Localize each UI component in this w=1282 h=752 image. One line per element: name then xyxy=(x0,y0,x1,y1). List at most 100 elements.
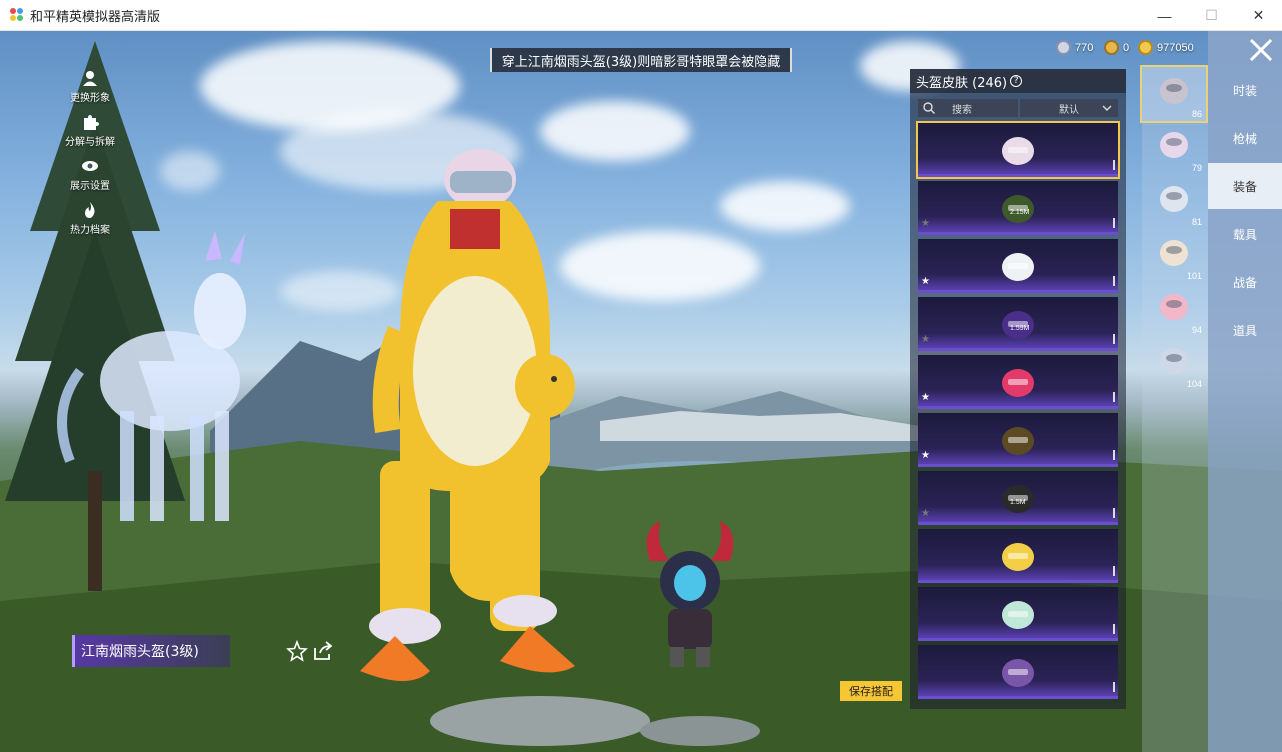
helmet-thumbnail-icon xyxy=(1002,311,1034,339)
item-count: 86 xyxy=(1191,109,1202,119)
favorite-star-icon[interactable] xyxy=(286,640,308,662)
equip-bow-slot[interactable]: 94 xyxy=(1142,283,1206,337)
tab-1[interactable]: 枪械 xyxy=(1208,115,1282,161)
currency-gold: 977050 xyxy=(1138,40,1194,55)
tab-4[interactable]: 战备 xyxy=(1208,259,1282,305)
equip-notice: 穿上江南烟雨头盔(3级)则暗影哥特眼罩会被隐藏 xyxy=(490,48,792,72)
chevron-down-icon xyxy=(1102,105,1112,111)
sort-value: 默认 xyxy=(1059,104,1079,116)
level-tick xyxy=(1113,508,1115,518)
player-character xyxy=(360,149,575,681)
star-icon: ★ xyxy=(921,508,930,519)
a-coin-icon xyxy=(1104,40,1119,55)
tab-3[interactable]: 载具 xyxy=(1208,211,1282,257)
star-icon: ★ xyxy=(921,218,930,229)
maximize-button[interactable]: ☐ xyxy=(1188,0,1235,31)
equipment-thumbnail-icon xyxy=(1160,78,1188,104)
change-appearance-button[interactable]: 更换形象 xyxy=(58,69,122,113)
heat-archive-button[interactable]: 热力档案 xyxy=(58,201,122,245)
equip-pendant-slot[interactable]: 101 xyxy=(1142,229,1206,283)
level-tick xyxy=(1113,450,1115,460)
tab-2[interactable]: 装备 xyxy=(1208,163,1282,209)
helmet-thumbnail-icon xyxy=(1002,369,1034,397)
skin-card-feather-helmet[interactable] xyxy=(916,121,1120,179)
equipment-thumbnail-icon xyxy=(1160,348,1188,374)
equip-ring-slot[interactable]: 104 xyxy=(1142,337,1206,391)
cloud xyxy=(560,231,760,301)
helmet-thumbnail-icon xyxy=(1002,137,1034,165)
currency-value: 0 xyxy=(1123,41,1130,54)
flame-icon xyxy=(85,202,95,218)
level-tick xyxy=(1113,624,1115,634)
currency-a-coin: 0 xyxy=(1104,40,1129,55)
equipment-thumbnail-icon xyxy=(1160,294,1188,320)
item-count: 104 xyxy=(1186,379,1202,389)
search-placeholder: 搜索 xyxy=(952,104,972,116)
equipment-thumbnail-icon xyxy=(1160,240,1188,266)
close-icon[interactable] xyxy=(1248,37,1274,63)
share-icon[interactable] xyxy=(312,640,334,662)
tab-0[interactable]: 时装 xyxy=(1208,67,1282,113)
sort-dropdown[interactable]: 默认 xyxy=(1020,99,1118,117)
helmet-thumbnail-icon xyxy=(1002,253,1034,281)
menu-label: 热力档案 xyxy=(70,225,110,236)
ticket-coin-icon xyxy=(1056,40,1071,55)
helmet-thumbnail-icon xyxy=(1002,427,1034,455)
menu-label: 展示设置 xyxy=(70,181,110,192)
helmet-thumbnail-icon xyxy=(1002,659,1034,687)
item-count: 101 xyxy=(1186,271,1202,281)
search-input[interactable]: 搜索 xyxy=(918,99,1018,117)
tab-5[interactable]: 道具 xyxy=(1208,307,1282,353)
level-tick xyxy=(1113,566,1115,576)
display-settings-button[interactable]: 展示设置 xyxy=(58,157,122,201)
gold-coin-icon xyxy=(1138,40,1153,55)
star-icon: ★ xyxy=(921,276,930,287)
dismantle-button[interactable]: 分解与拆解 xyxy=(58,113,122,157)
skin-card-chick-helmet[interactable] xyxy=(918,529,1118,583)
menu-label: 分解与拆解 xyxy=(65,137,115,148)
skin-card-black-download-helmet[interactable]: 1.5M ★ xyxy=(918,471,1118,525)
currency-value: 770 xyxy=(1075,41,1094,54)
panel-title-text: 头盔皮肤 (246) xyxy=(916,75,1008,91)
skin-card-white-tech-helmet[interactable]: ★ xyxy=(918,239,1118,293)
skin-card-mint-helmet[interactable] xyxy=(918,587,1118,641)
item-count: 79 xyxy=(1191,163,1202,173)
window-title: 和平精英模拟器高清版 xyxy=(30,9,161,25)
skin-card-purple-stripe-helmet[interactable] xyxy=(918,645,1118,699)
helmet-thumbnail-icon xyxy=(1002,195,1034,223)
window-titlebar: 和平精英模拟器高清版 — ☐ ✕ xyxy=(0,0,1282,31)
currency-value: 977050 xyxy=(1157,41,1194,54)
equipment-thumbnail-icon xyxy=(1160,186,1188,212)
star-icon: ★ xyxy=(921,334,930,345)
equipment-thumbnail-icon xyxy=(1160,132,1188,158)
skin-list-panel: 头盔皮肤 (246) ? 搜索 默认 2.15M ★ ★ 1.59M ★ ★ ★ 1.5M ★ xyxy=(910,69,1126,709)
panel-title: 头盔皮肤 (246) ? xyxy=(910,69,1126,93)
skin-card-pink-robot-helmet[interactable]: ★ xyxy=(918,355,1118,409)
star-icon: ★ xyxy=(921,392,930,403)
equipped-slots: 86 79 81 101 94 104 xyxy=(1140,65,1208,752)
item-count: 81 xyxy=(1191,217,1202,227)
close-window-button[interactable]: ✕ xyxy=(1235,0,1282,31)
item-count: 94 xyxy=(1191,325,1202,335)
puzzle-icon xyxy=(84,115,99,130)
star-icon: ★ xyxy=(921,450,930,461)
level-tick xyxy=(1113,218,1115,228)
search-icon xyxy=(923,102,935,114)
download-size: 2.15M xyxy=(1010,209,1030,216)
equip-helmet-alt-slot[interactable]: 81 xyxy=(1142,175,1206,229)
level-tick xyxy=(1113,682,1115,692)
helmet-thumbnail-icon xyxy=(1002,543,1034,571)
minimize-button[interactable]: — xyxy=(1141,0,1188,31)
save-outfit-button[interactable]: 保存搭配 xyxy=(840,681,902,701)
equip-backpack-slot[interactable]: 79 xyxy=(1142,121,1206,175)
skin-card-green-army-helmet[interactable]: 2.15M ★ xyxy=(918,181,1118,235)
skin-card-purple-demon-helmet[interactable]: 1.59M ★ xyxy=(918,297,1118,351)
demon-pet xyxy=(646,521,734,667)
help-icon[interactable]: ? xyxy=(1010,75,1023,87)
skin-card-dark-gold-helmet[interactable]: ★ xyxy=(918,413,1118,467)
avatar-icon xyxy=(83,71,97,86)
app-logo-icon xyxy=(10,8,24,22)
eye-icon xyxy=(82,161,98,171)
equip-helmet-slot[interactable]: 86 xyxy=(1140,65,1208,123)
download-size: 1.5M xyxy=(1010,499,1026,506)
